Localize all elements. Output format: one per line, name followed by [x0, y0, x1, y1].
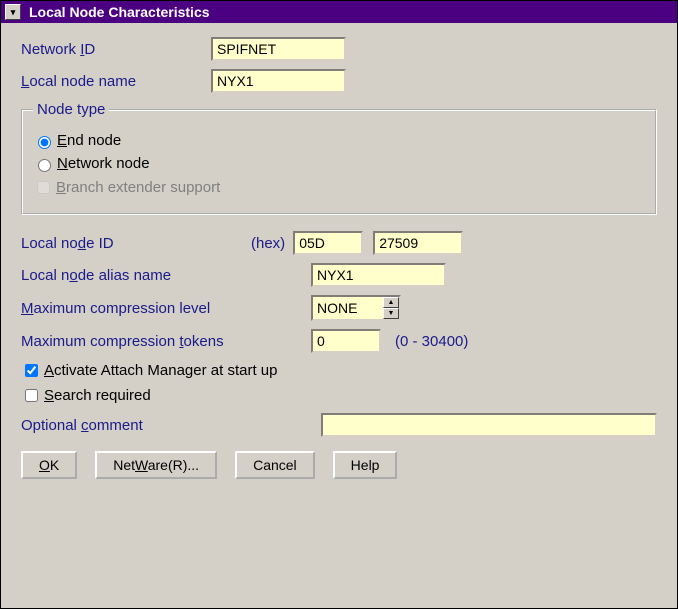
network-node-radio-row[interactable]: Network node — [33, 155, 645, 172]
ok-button[interactable]: OK — [21, 451, 77, 479]
branch-extender-check-row: Branch extender support — [33, 178, 645, 197]
dialog-window: ▾ Local Node Characteristics Network ID … — [0, 0, 678, 609]
network-id-row: Network ID — [21, 37, 657, 61]
max-comp-tokens-label: Maximum compression tokens — [21, 333, 311, 350]
search-required-checkbox[interactable] — [25, 389, 38, 402]
end-node-radio[interactable] — [38, 136, 51, 149]
activate-attach-checkbox[interactable] — [25, 364, 38, 377]
node-type-legend: Node type — [33, 101, 109, 118]
end-node-radio-row[interactable]: End node — [33, 132, 645, 149]
hex-note: (hex) — [251, 235, 285, 252]
max-comp-level-row: Maximum compression level NONE ▲ ▼ — [21, 295, 657, 321]
max-comp-tokens-row: Maximum compression tokens (0 - 30400) — [21, 329, 657, 353]
local-node-name-row: Local node name — [21, 69, 657, 93]
optional-comment-row: Optional comment — [21, 413, 657, 437]
local-node-id-label: Local node ID — [21, 235, 251, 252]
local-node-id-hex1-input[interactable] — [293, 231, 363, 255]
optional-comment-label: Optional comment — [21, 417, 321, 434]
max-comp-level-select[interactable]: NONE ▲ ▼ — [311, 295, 401, 321]
network-id-label: Network ID — [21, 41, 211, 58]
spinner-icon[interactable]: ▲ ▼ — [383, 297, 399, 319]
local-node-name-input[interactable] — [211, 69, 346, 93]
spinner-down-icon[interactable]: ▼ — [383, 308, 399, 319]
alias-row: Local node alias name — [21, 263, 657, 287]
system-menu-icon[interactable]: ▾ — [5, 4, 21, 20]
tokens-range-note: (0 - 30400) — [395, 333, 468, 350]
network-id-input[interactable] — [211, 37, 346, 61]
help-button[interactable]: Help — [333, 451, 398, 479]
checkbox-group: Activate Attach Manager at start up Sear… — [21, 361, 657, 405]
optional-comment-input[interactable] — [321, 413, 657, 437]
branch-extender-checkbox — [37, 181, 50, 194]
max-comp-level-value: NONE — [317, 300, 357, 316]
titlebar: ▾ Local Node Characteristics — [1, 1, 677, 23]
spinner-up-icon[interactable]: ▲ — [383, 297, 399, 308]
local-node-id-row: Local node ID (hex) — [21, 231, 657, 255]
cancel-button[interactable]: Cancel — [235, 451, 315, 479]
max-comp-level-label: Maximum compression level — [21, 300, 311, 317]
button-row: OK NetWare(R)... Cancel Help — [21, 451, 657, 479]
alias-input[interactable] — [311, 263, 446, 287]
netware-button[interactable]: NetWare(R)... — [95, 451, 217, 479]
local-node-id-hex2-input[interactable] — [373, 231, 463, 255]
max-comp-tokens-input[interactable] — [311, 329, 381, 353]
node-type-group: Node type End node Network node Branch e… — [21, 101, 657, 215]
local-node-name-label: Local node name — [21, 73, 211, 90]
activate-attach-row[interactable]: Activate Attach Manager at start up — [21, 361, 657, 380]
search-required-row[interactable]: Search required — [21, 386, 657, 405]
alias-label: Local node alias name — [21, 267, 311, 284]
dialog-content: Network ID Local node name Node type End… — [1, 23, 677, 491]
window-title: Local Node Characteristics — [29, 1, 210, 23]
network-node-radio[interactable] — [38, 159, 51, 172]
